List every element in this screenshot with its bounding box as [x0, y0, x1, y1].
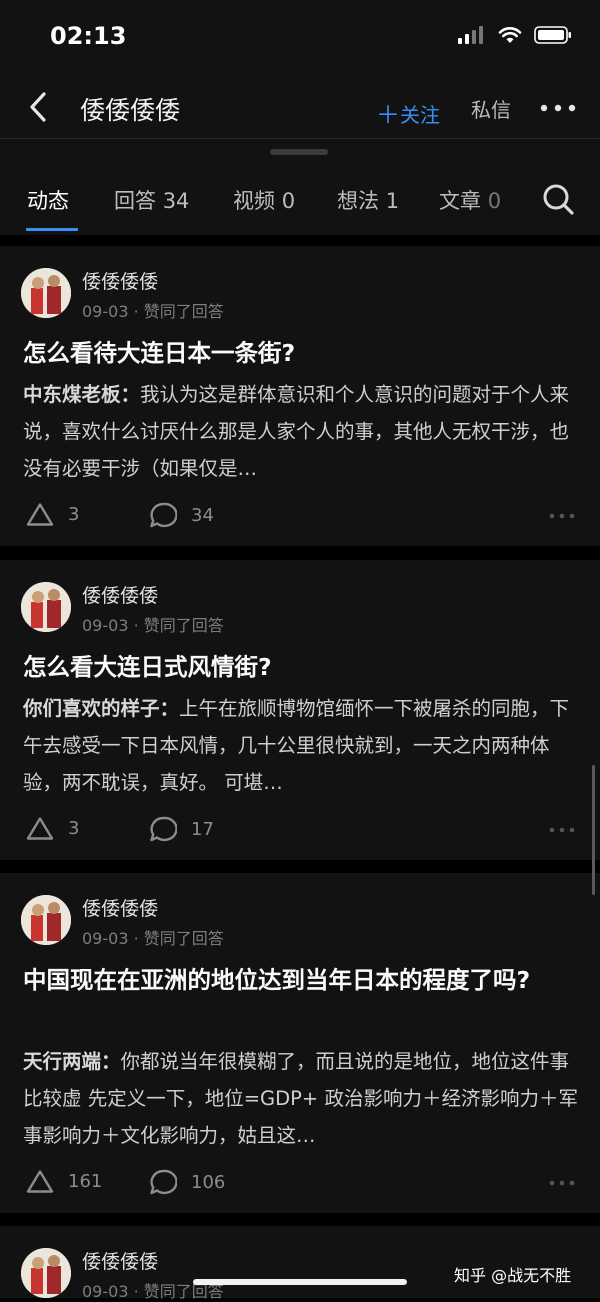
answer-author: 天行两端：	[23, 1050, 121, 1073]
drag-handle[interactable]	[270, 149, 328, 155]
follow-label: 关注	[400, 103, 440, 127]
home-indicator[interactable]	[193, 1279, 407, 1285]
follow-button[interactable]: ＋关注	[376, 94, 440, 129]
active-tab-indicator	[26, 228, 78, 231]
user-name[interactable]: 倭倭倭倭	[82, 267, 158, 294]
avatar[interactable]	[21, 895, 71, 945]
answer-excerpt[interactable]: 天行两端：你都说当年很模糊了，而且说的是地位，地位这件事比较虚 先定义一下，地位…	[23, 1043, 578, 1154]
card-more-icon[interactable]	[549, 826, 575, 834]
watermark: 知乎 @战无不胜	[454, 1266, 572, 1285]
message-button[interactable]: 私信	[471, 94, 511, 123]
battery-icon	[534, 26, 571, 44]
upvote-count: 3	[68, 818, 80, 839]
search-icon[interactable]	[541, 182, 575, 216]
activity-meta: 09-03 · 赞同了回答	[82, 616, 224, 635]
upvote-button[interactable]: 3	[26, 502, 79, 527]
comment-count: 34	[191, 504, 214, 526]
tab-thoughts[interactable]: 想法 1	[337, 185, 399, 215]
upvote-triangle-icon	[26, 817, 54, 840]
cellular-signal-icon	[458, 26, 483, 44]
answer-excerpt[interactable]: 你们喜欢的样子：上午在旅顺博物馆缅怀一下被屠杀的同胞，下午去感受一下日本风情，几…	[23, 690, 578, 801]
question-title[interactable]: 怎么看大连日式风情街?	[23, 648, 583, 687]
comment-button[interactable]: 106	[149, 1169, 225, 1195]
status-time: 02:13	[50, 22, 127, 50]
question-title[interactable]: 中国现在在亚洲的地位达到当年日本的程度了吗?	[23, 961, 583, 1000]
upvote-count: 3	[68, 504, 80, 525]
back-arrow-icon[interactable]	[24, 88, 54, 126]
feed-card[interactable]: 倭倭倭倭 09-03 · 赞同了回答 怎么看待大连日本一条街? 中东煤老板：我认…	[0, 246, 600, 546]
avatar[interactable]	[21, 582, 71, 632]
more-options-icon[interactable]	[540, 102, 576, 114]
profile-tabs: 动态 回答 34 视频 0 想法 1 文章 0	[0, 139, 600, 235]
tab-articles[interactable]: 文章 0	[439, 185, 501, 215]
upvote-triangle-icon	[26, 503, 54, 526]
feed-card[interactable]: 倭倭倭倭 09-03 · 赞同了回答 怎么看大连日式风情街? 你们喜欢的样子：上…	[0, 560, 600, 860]
tab-answers[interactable]: 回答 34	[114, 185, 189, 215]
scrollbar[interactable]	[592, 765, 595, 895]
tab-videos[interactable]: 视频 0	[233, 185, 295, 215]
upvote-triangle-icon	[26, 1170, 54, 1193]
feed-card[interactable]: 倭倭倭倭 09-03 · 赞同了回答 中国现在在亚洲的地位达到当年日本的程度了吗…	[0, 873, 600, 1213]
comment-count: 106	[191, 1171, 226, 1193]
answer-author: 你们喜欢的样子：	[23, 697, 180, 720]
status-bar: 02:13	[0, 0, 600, 76]
user-name[interactable]: 倭倭倭倭	[82, 1247, 158, 1274]
comment-count: 17	[191, 818, 214, 840]
comment-bubble-icon	[150, 1169, 177, 1195]
upvote-button[interactable]: 3	[26, 816, 79, 841]
plus-icon: ＋	[376, 101, 400, 129]
question-title[interactable]: 怎么看待大连日本一条街?	[23, 334, 583, 373]
wifi-icon	[498, 27, 522, 43]
answer-excerpt[interactable]: 中东煤老板：我认为这是群体意识和个人意识的问题对于个人来说，喜欢什么讨厌什么那是…	[23, 376, 578, 487]
card-more-icon[interactable]	[549, 1179, 575, 1187]
profile-header: 倭倭倭倭 ＋关注 私信	[0, 76, 600, 139]
tab-activity[interactable]: 动态	[27, 185, 69, 215]
user-name[interactable]: 倭倭倭倭	[82, 894, 158, 921]
upvote-button[interactable]: 161	[26, 1169, 102, 1194]
activity-meta: 09-03 · 赞同了回答	[82, 929, 224, 948]
comment-bubble-icon	[150, 816, 177, 842]
avatar[interactable]	[21, 1248, 71, 1298]
card-more-icon[interactable]	[549, 512, 575, 520]
comment-bubble-icon	[150, 502, 177, 528]
avatar[interactable]	[21, 268, 71, 318]
activity-meta: 09-03 · 赞同了回答	[82, 302, 224, 321]
answer-author: 中东煤老板：	[23, 383, 141, 406]
upvote-count: 161	[68, 1171, 103, 1192]
comment-button[interactable]: 17	[149, 816, 214, 842]
user-name[interactable]: 倭倭倭倭	[82, 581, 158, 608]
comment-button[interactable]: 34	[149, 502, 214, 528]
profile-title: 倭倭倭倭	[80, 96, 181, 125]
